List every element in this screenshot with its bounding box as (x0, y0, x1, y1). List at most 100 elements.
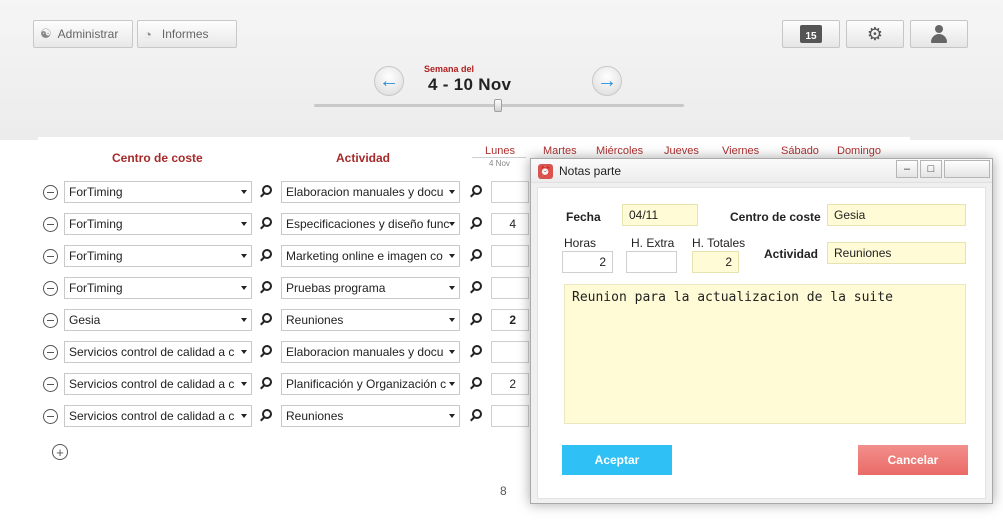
chevron-down-icon (241, 414, 247, 418)
remove-row-icon[interactable] (43, 409, 58, 424)
remove-row-icon[interactable] (43, 377, 58, 392)
actividad-select[interactable]: Planificación y Organización c (281, 373, 460, 395)
search-icon[interactable] (469, 281, 483, 295)
col-header-actividad: Actividad (336, 151, 391, 165)
search-icon[interactable] (469, 409, 483, 423)
hours-input[interactable] (491, 341, 529, 363)
remove-row-icon[interactable] (43, 185, 58, 200)
search-icon[interactable] (259, 249, 273, 263)
accept-button[interactable]: Aceptar (562, 445, 672, 475)
remove-row-icon[interactable] (43, 217, 58, 232)
day-divider (472, 157, 526, 158)
previous-week-button[interactable]: ← (374, 66, 404, 96)
gear-icon: ⚙ (866, 23, 884, 44)
administrar-label: Administrar (57, 27, 119, 41)
centro-select[interactable]: Servicios control de calidad a c (64, 341, 252, 363)
day-header-miercoles: Miércoles (596, 145, 644, 157)
actividad-select[interactable]: Reuniones (281, 405, 460, 427)
hours-input[interactable] (491, 181, 529, 203)
minimize-button[interactable]: – (896, 160, 918, 178)
search-icon[interactable] (259, 345, 273, 359)
administrar-button[interactable]: ☯ Administrar (33, 20, 133, 48)
arrow-right-icon: → (597, 69, 617, 92)
pie-chart-icon: ◔ (144, 26, 152, 42)
week-label: Semana del (424, 64, 475, 74)
fecha-label: Fecha (566, 210, 601, 224)
user-icon (929, 24, 949, 44)
close-button[interactable] (944, 160, 990, 178)
hours-input[interactable]: 2 (491, 373, 529, 395)
hours-input[interactable]: 2 (491, 309, 529, 331)
actividad-select[interactable]: Pruebas programa (281, 277, 460, 299)
horas-field[interactable]: 2 (562, 251, 613, 273)
fecha-field[interactable]: 04/11 (622, 204, 698, 226)
calendar-button[interactable]: 15 (782, 20, 840, 48)
calendar-icon: 15 (800, 25, 822, 43)
col-header-centro: Centro de coste (112, 151, 203, 165)
actividad-select[interactable]: Reuniones (281, 309, 460, 331)
search-icon[interactable] (469, 185, 483, 199)
users-icon: ☯ (40, 26, 52, 41)
arrow-left-icon: ← (379, 69, 399, 92)
day-header-martes: Martes (543, 145, 577, 157)
centro-select[interactable]: ForTiming (64, 277, 252, 299)
chevron-down-icon (241, 382, 247, 386)
day-header-sabado: Sábado (781, 145, 819, 157)
actividad-select[interactable]: Elaboracion manuales y docu (281, 181, 460, 203)
remove-row-icon[interactable] (43, 281, 58, 296)
next-week-button[interactable]: → (592, 66, 622, 96)
chevron-down-icon (241, 254, 247, 258)
actividad-select[interactable]: Especificaciones y diseño func (281, 213, 460, 235)
chevron-down-icon (241, 222, 247, 226)
search-icon[interactable] (469, 345, 483, 359)
search-icon[interactable] (469, 217, 483, 231)
remove-row-icon[interactable] (43, 345, 58, 360)
add-row-icon[interactable]: + (52, 444, 68, 460)
user-button[interactable] (910, 20, 968, 48)
actividad-select[interactable]: Elaboracion manuales y docu (281, 341, 460, 363)
actividad-field[interactable]: Reuniones (827, 242, 966, 264)
dialog-titlebar[interactable]: ⏰ Notas parte – □ (531, 159, 992, 183)
cancel-button[interactable]: Cancelar (858, 445, 968, 475)
centro-coste-field[interactable]: Gesia (827, 204, 966, 226)
htotales-field: 2 (692, 251, 739, 273)
search-icon[interactable] (469, 377, 483, 391)
chevron-down-icon (449, 286, 455, 290)
search-icon[interactable] (469, 313, 483, 327)
actividad-select[interactable]: Marketing online e imagen co (281, 245, 460, 267)
week-slider-thumb[interactable] (494, 99, 502, 112)
hours-input[interactable] (491, 245, 529, 267)
chevron-down-icon (449, 254, 455, 258)
centro-select[interactable]: ForTiming (64, 245, 252, 267)
centro-select[interactable]: ForTiming (64, 181, 252, 203)
centro-select[interactable]: Servicios control de calidad a c (64, 405, 252, 427)
search-icon[interactable] (259, 217, 273, 231)
chevron-down-icon (449, 318, 455, 322)
remove-row-icon[interactable] (43, 313, 58, 328)
centro-select[interactable]: Servicios control de calidad a c (64, 373, 252, 395)
hours-input[interactable] (491, 277, 529, 299)
informes-button[interactable]: ◔ Informes (137, 20, 237, 48)
total-hours: 8 (500, 484, 507, 498)
search-icon[interactable] (259, 377, 273, 391)
settings-button[interactable]: ⚙ (846, 20, 904, 48)
hextra-field[interactable] (626, 251, 677, 273)
hextra-label: H. Extra (631, 236, 675, 250)
search-icon[interactable] (259, 313, 273, 327)
notes-textarea[interactable]: Reunion para la actualizacion de la suit… (564, 284, 966, 424)
day-header-domingo: Domingo (837, 145, 882, 157)
centro-select[interactable]: Gesia (64, 309, 252, 331)
maximize-button[interactable]: □ (920, 160, 942, 178)
hours-input[interactable] (491, 405, 529, 427)
chevron-down-icon (449, 414, 455, 418)
informes-label: Informes (161, 27, 209, 41)
search-icon[interactable] (259, 185, 273, 199)
hours-input[interactable]: 4 (491, 213, 529, 235)
search-icon[interactable] (469, 249, 483, 263)
search-icon[interactable] (259, 409, 273, 423)
remove-row-icon[interactable] (43, 249, 58, 264)
search-icon[interactable] (259, 281, 273, 295)
chevron-down-icon (449, 382, 455, 386)
day-date-lunes: 4 Nov (489, 159, 510, 168)
centro-select[interactable]: ForTiming (64, 213, 252, 235)
